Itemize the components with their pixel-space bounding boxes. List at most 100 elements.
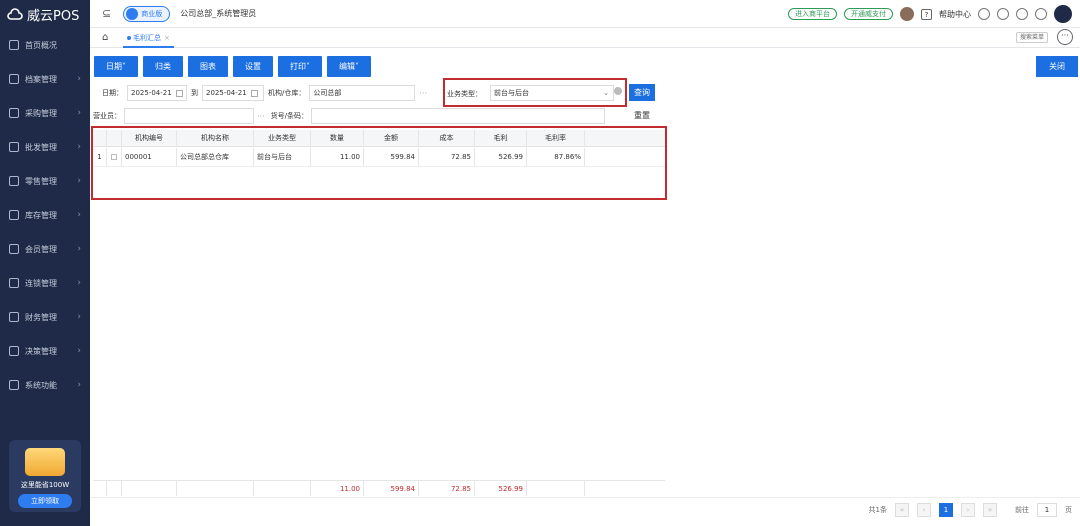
tab-bar: ⌂ 毛利汇总 × 搜索菜单 ··· bbox=[90, 28, 1080, 48]
app-logo[interactable]: 威云POS bbox=[0, 0, 90, 28]
first-page-button[interactable]: « bbox=[895, 503, 909, 517]
org-user-label[interactable]: 公司总部_系统管理员 bbox=[180, 8, 256, 19]
chevron-right-icon: › bbox=[77, 108, 81, 118]
active-dot-icon bbox=[127, 36, 131, 40]
col-org-name[interactable]: 机构名称 bbox=[177, 130, 254, 146]
classify-button[interactable]: 归类 bbox=[143, 56, 183, 77]
sidebar-item-archive[interactable]: 档案管理 › bbox=[0, 62, 90, 96]
print-button-label: 打印 bbox=[290, 62, 306, 71]
close-button[interactable]: 关闭 bbox=[1036, 56, 1078, 77]
sidebar-item-home[interactable]: 首页概况 bbox=[0, 28, 90, 62]
print-button[interactable]: 打印˅ bbox=[278, 56, 322, 77]
calendar-icon[interactable] bbox=[250, 89, 258, 97]
sidebar-item-member[interactable]: 会员管理 › bbox=[0, 232, 90, 266]
col-org-code[interactable]: 机构编号 bbox=[122, 130, 177, 146]
home-tab-icon[interactable]: ⌂ bbox=[102, 32, 108, 43]
col-cost[interactable]: 成本 bbox=[419, 130, 475, 146]
col-qty[interactable]: 数量 bbox=[311, 130, 364, 146]
total-profit: 526.99 bbox=[475, 481, 527, 496]
help-icon[interactable]: ? bbox=[921, 8, 932, 20]
total-cost: 72.85 bbox=[419, 481, 475, 496]
clear-icon[interactable] bbox=[614, 87, 622, 95]
chain-icon bbox=[9, 278, 19, 288]
org-picker-icon[interactable]: ··· bbox=[419, 89, 427, 98]
cart-icon bbox=[9, 108, 19, 118]
chevron-down-icon: ˅ bbox=[306, 62, 310, 71]
sidebar-item-finance[interactable]: 财务管理 › bbox=[0, 300, 90, 334]
sidebar-item-decision[interactable]: 决策管理 › bbox=[0, 334, 90, 368]
bell-icon[interactable] bbox=[997, 8, 1009, 20]
sidebar-item-label: 财务管理 bbox=[25, 312, 57, 322]
chevron-right-icon: › bbox=[77, 380, 81, 390]
lock-icon[interactable] bbox=[1016, 8, 1028, 20]
goto-page-input[interactable]: 1 bbox=[1037, 503, 1057, 517]
toolbar: 日期˅ 归类 图表 设置 打印˅ 编辑˅ bbox=[94, 56, 371, 77]
goods-code-label: 货号/条码： bbox=[270, 112, 308, 120]
sidebar-item-system[interactable]: 系统功能 › bbox=[0, 368, 90, 402]
edit-button-label: 编辑 bbox=[339, 62, 355, 71]
top-bar: ⊆ 商业版 公司总部_系统管理员 进入商平台 开通威支付 ? 帮助中心 bbox=[90, 0, 1080, 28]
cell-qty: 11.00 bbox=[311, 148, 364, 166]
info-icon[interactable] bbox=[978, 8, 990, 20]
biz-type-select[interactable]: 前台与后台 ⌄ bbox=[490, 85, 614, 101]
date-from-input[interactable]: 2025-04-21 bbox=[127, 85, 187, 101]
date-button[interactable]: 日期˅ bbox=[94, 56, 138, 77]
salesperson-label: 营业员： bbox=[93, 112, 121, 120]
cell-org-name: 公司总部总仓库 bbox=[177, 148, 254, 166]
salesperson-input[interactable] bbox=[124, 108, 254, 124]
prev-page-button[interactable]: ‹ bbox=[917, 503, 931, 517]
settings-button[interactable]: 设置 bbox=[233, 56, 273, 77]
edition-label: 商业版 bbox=[141, 9, 163, 18]
chevron-right-icon: › bbox=[77, 244, 81, 254]
menu-collapse-icon[interactable]: ⊆ bbox=[102, 7, 111, 20]
tab-gross-profit-summary[interactable]: 毛利汇总 × bbox=[123, 28, 174, 48]
chevron-right-icon: › bbox=[77, 278, 81, 288]
table-totals-row: 11.00 599.84 72.85 526.99 bbox=[93, 480, 665, 496]
help-center-link[interactable]: 帮助中心 bbox=[939, 9, 971, 20]
cell-cost: 72.85 bbox=[419, 148, 475, 166]
calendar-icon[interactable] bbox=[175, 89, 183, 97]
brand-logo-icon[interactable] bbox=[1054, 5, 1072, 23]
cell-margin: 87.86% bbox=[527, 148, 585, 166]
reset-button[interactable]: 重置 bbox=[634, 110, 650, 121]
to-label: 到 bbox=[191, 89, 198, 97]
sidebar-item-inventory[interactable]: 库存管理 › bbox=[0, 198, 90, 232]
col-margin[interactable]: 毛利率 bbox=[527, 130, 585, 146]
menu-search-input[interactable]: 搜索菜单 bbox=[1015, 32, 1048, 43]
promo-text: 这里能省100W bbox=[20, 481, 70, 489]
close-icon[interactable]: × bbox=[164, 34, 170, 42]
select-all-checkbox[interactable] bbox=[107, 130, 122, 146]
col-amount[interactable]: 金额 bbox=[364, 130, 419, 146]
cloud-logo-icon bbox=[7, 8, 23, 20]
promo-claim-button[interactable]: 立即领取 bbox=[18, 494, 72, 508]
power-icon[interactable] bbox=[1035, 8, 1047, 20]
sidebar-item-purchase[interactable]: 采购管理 › bbox=[0, 96, 90, 130]
more-icon[interactable]: ··· bbox=[1057, 29, 1073, 45]
open-pay-button[interactable]: 开通威支付 bbox=[844, 8, 893, 20]
enter-platform-button[interactable]: 进入商平台 bbox=[788, 8, 837, 20]
table-row[interactable]: 1 000001 公司总部总仓库 前台与后台 11.00 599.84 72.8… bbox=[93, 148, 665, 167]
col-biz-type[interactable]: 业务类型 bbox=[254, 130, 311, 146]
row-checkbox[interactable] bbox=[107, 148, 122, 166]
col-profit[interactable]: 毛利 bbox=[475, 130, 527, 146]
sidebar-item-chain[interactable]: 连锁管理 › bbox=[0, 266, 90, 300]
salesperson-picker-icon[interactable]: ··· bbox=[257, 112, 265, 121]
sidebar-item-label: 首页概况 bbox=[25, 40, 57, 50]
last-page-button[interactable]: » bbox=[983, 503, 997, 517]
inventory-icon bbox=[9, 210, 19, 220]
sidebar-item-wholesale[interactable]: 批发管理 › bbox=[0, 130, 90, 164]
date-to-input[interactable]: 2025-04-21 bbox=[202, 85, 264, 101]
chart-button[interactable]: 图表 bbox=[188, 56, 228, 77]
decision-icon bbox=[9, 346, 19, 356]
date-button-label: 日期 bbox=[106, 62, 122, 71]
goods-code-input[interactable] bbox=[311, 108, 605, 124]
org-input[interactable]: 公司总部 bbox=[309, 85, 416, 101]
user-avatar[interactable] bbox=[900, 7, 914, 21]
edition-badge[interactable]: 商业版 bbox=[123, 5, 171, 22]
next-page-button[interactable]: › bbox=[961, 503, 975, 517]
edit-button[interactable]: 编辑˅ bbox=[327, 56, 371, 77]
page-number[interactable]: 1 bbox=[939, 503, 953, 517]
chevron-down-icon: ⌄ bbox=[603, 89, 609, 97]
query-button[interactable]: 查询 bbox=[629, 84, 655, 101]
sidebar-item-retail[interactable]: 零售管理 › bbox=[0, 164, 90, 198]
